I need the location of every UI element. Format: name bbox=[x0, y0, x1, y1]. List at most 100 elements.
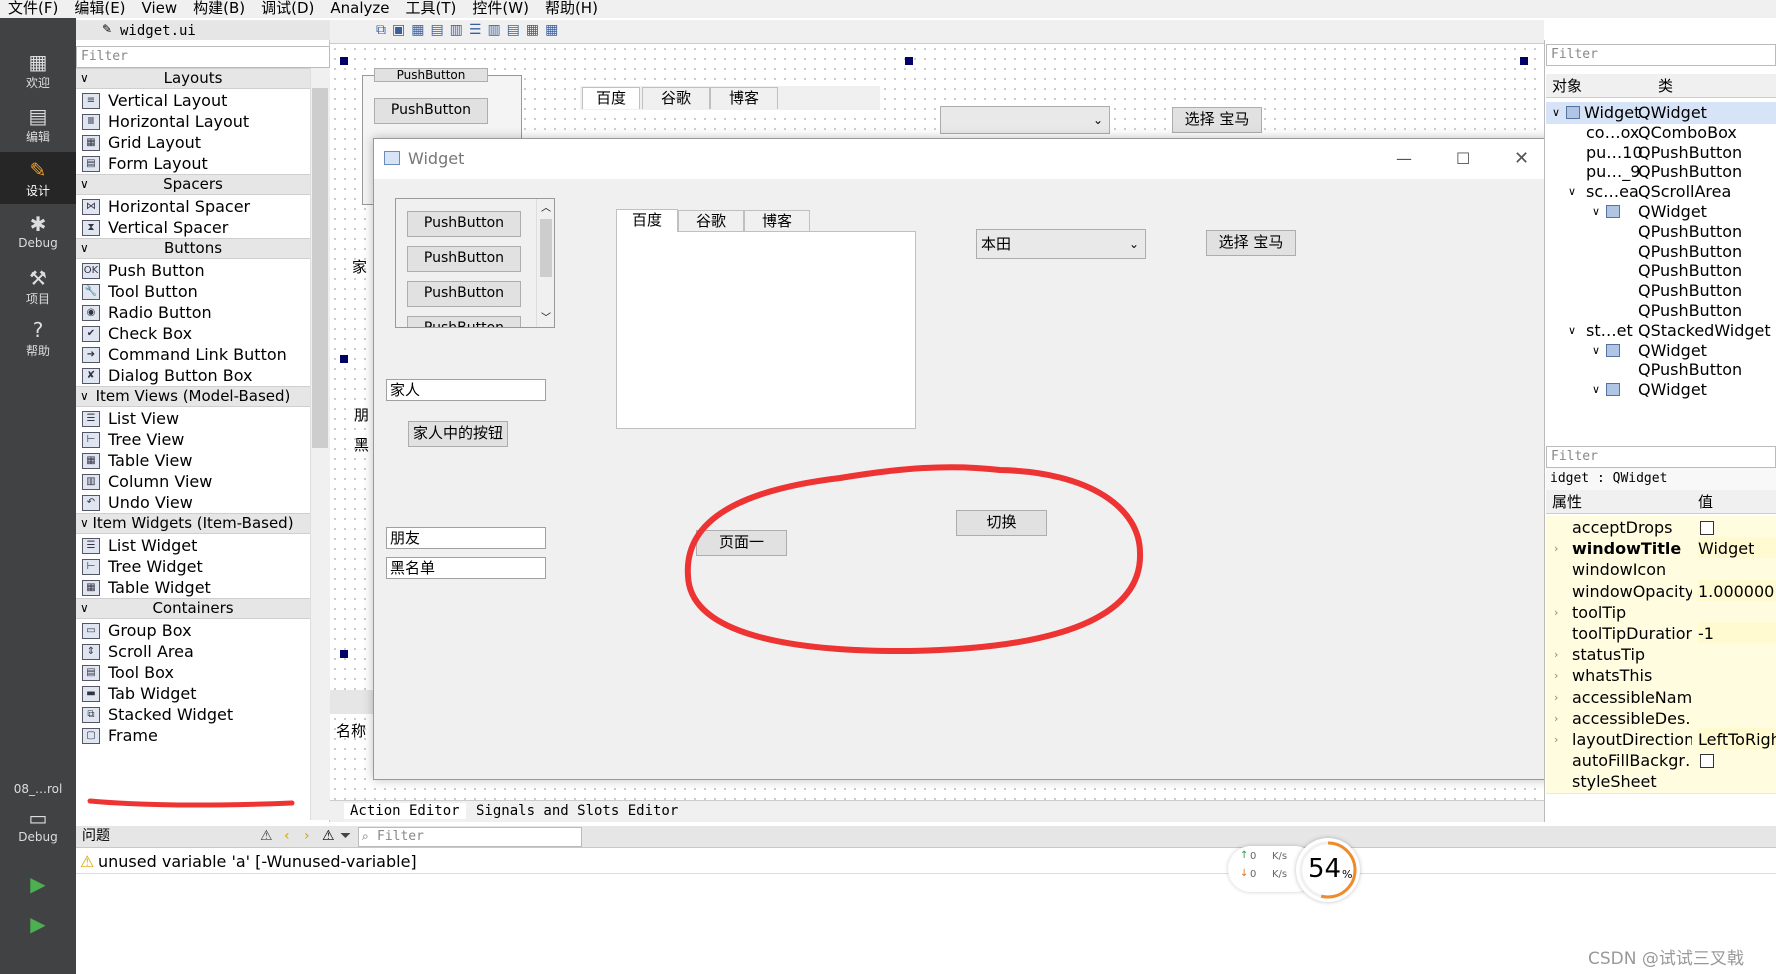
scroll-up-icon[interactable]: ︿ bbox=[541, 199, 551, 214]
mode-edit[interactable]: ▤ 编辑 bbox=[0, 104, 76, 152]
expand-toggle-icon[interactable]: ∨ bbox=[1592, 201, 1600, 223]
object-inspector-filter[interactable]: Filter bbox=[1546, 44, 1776, 66]
next-icon[interactable]: › bbox=[304, 826, 310, 847]
object-tree-row[interactable]: ∨ Widget QWidget bbox=[1546, 102, 1776, 124]
menu-tools[interactable]: 工具(T) bbox=[398, 0, 465, 18]
widget-item[interactable]: ▢ Frame bbox=[76, 724, 310, 748]
category-header[interactable]: ∨ Item Views (Model-Based) bbox=[76, 386, 310, 407]
object-tree-row[interactable]: ∨ QWidget bbox=[1546, 379, 1776, 401]
toolbox-page-friends[interactable]: 朋友 bbox=[386, 527, 546, 549]
menu-build[interactable]: 构建(B) bbox=[185, 0, 253, 18]
build-target-project[interactable]: 08_…rol bbox=[0, 782, 76, 800]
menu-analyze[interactable]: Analyze bbox=[322, 0, 397, 18]
mode-help[interactable]: ? 帮助 bbox=[0, 318, 76, 366]
object-tree-row[interactable]: QPushButton bbox=[1546, 221, 1776, 243]
issues-filter-input[interactable]: Filter bbox=[358, 827, 582, 847]
object-tree-row[interactable]: QPushButton bbox=[1546, 260, 1776, 282]
expand-toggle-icon[interactable]: ∨ bbox=[1592, 340, 1600, 362]
family-button[interactable]: 家人中的按钮 bbox=[408, 421, 508, 447]
expand-toggle-icon[interactable]: ∨ bbox=[1552, 102, 1560, 124]
widgetbox-scroll-thumb[interactable] bbox=[312, 88, 328, 448]
selection-handle[interactable] bbox=[340, 57, 348, 65]
prev-icon[interactable]: ‹ bbox=[284, 826, 290, 847]
expand-toggle-icon[interactable]: ∨ bbox=[1568, 320, 1576, 342]
mode-debug[interactable]: ✱ Debug bbox=[0, 212, 76, 260]
close-icon[interactable]: ✕ bbox=[1514, 139, 1529, 179]
scroll-thumb[interactable] bbox=[540, 219, 552, 277]
scroll-pushbutton-4[interactable]: PushButton bbox=[407, 316, 521, 327]
menu-view[interactable]: View bbox=[134, 0, 186, 18]
object-tree-row[interactable]: QPushButton bbox=[1546, 359, 1776, 381]
tab-action-editor[interactable]: Action Editor bbox=[344, 803, 466, 819]
object-tree-row[interactable]: co…ox QComboBox bbox=[1546, 122, 1776, 144]
object-tree-row[interactable]: ∨ st…et QStackedWidget bbox=[1546, 320, 1776, 342]
object-tree-row[interactable]: ∨ sc…ea QScrollArea bbox=[1546, 181, 1776, 203]
object-tree-row[interactable]: QPushButton bbox=[1546, 280, 1776, 302]
switch-button[interactable]: 切换 bbox=[956, 510, 1047, 536]
selection-handle[interactable] bbox=[1520, 57, 1528, 65]
selection-handle[interactable] bbox=[905, 57, 913, 65]
widget-item[interactable]: ▤ Form Layout bbox=[76, 152, 310, 176]
property-editor-filter[interactable]: Filter bbox=[1546, 446, 1776, 468]
mode-welcome[interactable]: ▦ 欢迎 bbox=[0, 50, 76, 98]
object-tree-row[interactable]: ∨ QWidget bbox=[1546, 340, 1776, 362]
select-car-button[interactable]: 选择 宝马 bbox=[1206, 230, 1296, 256]
selection-handle[interactable] bbox=[340, 650, 348, 658]
bg-select-button[interactable]: 选择 宝马 bbox=[1172, 107, 1262, 133]
object-tree-row[interactable]: ∨ QWidget bbox=[1546, 201, 1776, 223]
category-header[interactable]: ∨ Spacers bbox=[76, 174, 310, 195]
category-header[interactable]: ∨ Item Widgets (Item-Based) bbox=[76, 513, 310, 534]
object-tree-row[interactable]: QPushButton bbox=[1546, 241, 1776, 263]
selection-handle[interactable] bbox=[340, 355, 348, 363]
build-issues-icon[interactable]: ⚠ bbox=[260, 826, 273, 847]
maximize-icon[interactable]: ☐ bbox=[1456, 139, 1470, 179]
scroll-pushbutton-1[interactable]: PushButton bbox=[407, 211, 521, 237]
widget-item[interactable]: ⧗ Vertical Spacer bbox=[76, 216, 310, 240]
scroll-pushbutton-2[interactable]: PushButton bbox=[407, 246, 521, 272]
property-checkbox[interactable] bbox=[1700, 754, 1714, 769]
category-header[interactable]: ∨ Layouts bbox=[76, 68, 310, 89]
widget-item[interactable]: ▦ Table Widget bbox=[76, 576, 310, 600]
tab-google[interactable]: 谷歌 bbox=[678, 210, 744, 232]
tab-blog[interactable]: 博客 bbox=[744, 210, 810, 232]
build-target-config[interactable]: ▭ Debug bbox=[0, 806, 76, 856]
menu-help[interactable]: 帮助(H) bbox=[537, 0, 606, 18]
toolbox-page-family[interactable]: 家人 bbox=[386, 379, 546, 401]
widget-item[interactable]: ✘ Dialog Button Box bbox=[76, 364, 310, 388]
bg-tab-blog[interactable]: 博客 bbox=[710, 87, 778, 109]
bg-pushbutton[interactable]: PushButton bbox=[374, 98, 488, 124]
property-row[interactable]: styleSheet bbox=[1546, 770, 1776, 795]
expand-toggle-icon[interactable]: ∨ bbox=[1568, 181, 1576, 203]
menu-debug[interactable]: 调试(D) bbox=[253, 0, 322, 18]
minimize-icon[interactable]: — bbox=[1396, 139, 1412, 179]
scroll-area-scrollbar[interactable]: ︿ ﹀ bbox=[536, 199, 554, 327]
issue-row[interactable]: ⚠ unused variable 'a' [-Wunused-variable… bbox=[76, 850, 1776, 874]
menu-controls[interactable]: 控件(W) bbox=[464, 0, 537, 18]
bg-tab-baidu[interactable]: 百度 bbox=[582, 87, 640, 109]
mode-design[interactable]: ✎ 设计 bbox=[0, 152, 76, 204]
tab-baidu[interactable]: 百度 bbox=[616, 209, 678, 232]
widget-item[interactable]: ↶ Undo View bbox=[76, 491, 310, 515]
object-tree-row[interactable]: pu…10 QPushButton bbox=[1546, 142, 1776, 164]
menu-edit[interactable]: 编辑(E) bbox=[66, 0, 133, 18]
widgetbox-filter-input[interactable]: Filter bbox=[76, 46, 330, 68]
run-button[interactable]: ▶ bbox=[0, 872, 76, 900]
filter-icon[interactable]: ⏷ bbox=[340, 826, 351, 847]
layout-toolbar-icons[interactable]: ⧉▣▦▤▥☰▥▤▦▦ bbox=[376, 22, 564, 38]
file-tab[interactable]: widget.ui bbox=[120, 23, 196, 39]
mode-projects[interactable]: ⚒ 项目 bbox=[0, 266, 76, 314]
warning-filter-icon[interactable]: ⚠ bbox=[322, 826, 335, 847]
category-header[interactable]: ∨ Buttons bbox=[76, 238, 310, 259]
bg-pushbutton-top[interactable]: PushButton bbox=[374, 68, 488, 82]
tab-signals-slots-editor[interactable]: Signals and Slots Editor bbox=[470, 803, 684, 819]
page-one-button[interactable]: 页面一 bbox=[696, 530, 787, 556]
preview-scroll-area[interactable]: PushButton PushButton PushButton PushBut… bbox=[395, 198, 555, 328]
category-header[interactable]: ∨ Containers bbox=[76, 598, 310, 619]
object-tree-row[interactable]: QPushButton bbox=[1546, 300, 1776, 322]
bg-combobox[interactable]: ⌄ bbox=[940, 106, 1110, 134]
scroll-down-icon[interactable]: ﹀ bbox=[541, 309, 551, 324]
toolbox-page-blacklist[interactable]: 黑名单 bbox=[386, 557, 546, 579]
expand-toggle-icon[interactable]: ∨ bbox=[1592, 379, 1600, 401]
menu-file[interactable]: 文件(F) bbox=[0, 0, 66, 18]
debug-run-button[interactable]: ▶ bbox=[0, 912, 76, 940]
